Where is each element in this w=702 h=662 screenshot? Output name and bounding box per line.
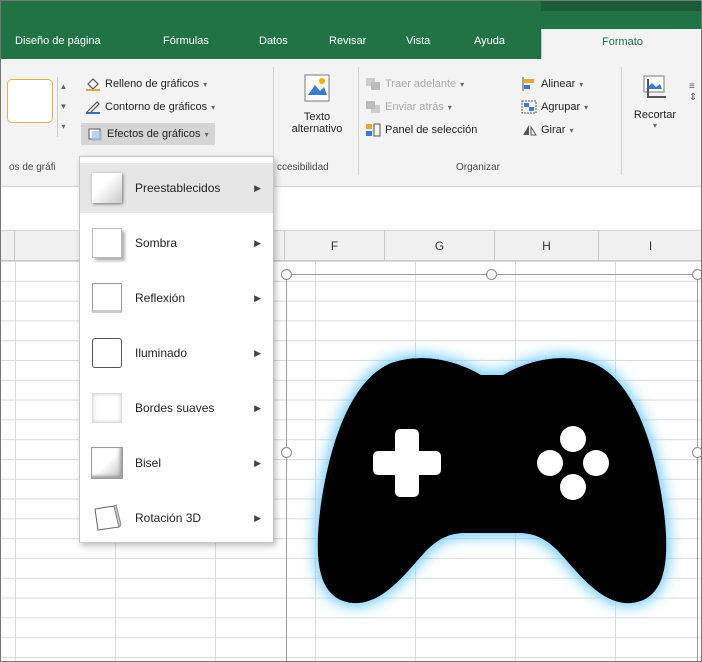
title-strip xyxy=(541,1,701,11)
paint-bucket-icon xyxy=(85,77,101,91)
rotate-icon xyxy=(521,123,537,137)
selection-pane-icon xyxy=(365,123,381,137)
group-label: Agrupar xyxy=(541,101,581,113)
menu-item-bevel[interactable]: Bisel ▶ xyxy=(80,438,273,488)
column-header-F[interactable]: F xyxy=(285,231,385,261)
menu-item-label: Rotación 3D xyxy=(135,511,202,525)
resize-handle-top-left[interactable] xyxy=(281,269,292,280)
resize-handle-top[interactable] xyxy=(486,269,497,280)
separator xyxy=(358,67,359,175)
submenu-arrow-icon: ▶ xyxy=(254,512,261,523)
tab-formulas[interactable]: Fórmulas xyxy=(163,35,209,47)
bring-forward-icon xyxy=(365,77,381,91)
column-header-H[interactable]: H xyxy=(495,231,599,261)
group-button[interactable]: Agrupar ▾ xyxy=(521,100,588,114)
column-header-I[interactable]: I xyxy=(599,231,701,261)
menu-item-soft-edges[interactable]: Bordes suaves ▶ xyxy=(80,383,273,433)
menu-item-label: Reflexión xyxy=(135,291,186,305)
group-label-accessibility: ccesibilidad xyxy=(277,162,329,173)
tab-data[interactable]: Datos xyxy=(259,35,288,47)
menu-item-label: Iluminado xyxy=(135,346,188,360)
shape-effects-menu: Preestablecidos ▶ Sombra ▶ Reflexión ▶ I… xyxy=(79,156,274,543)
tab-page-layout[interactable]: Diseño de página xyxy=(15,35,101,47)
shadow-thumbnail-icon xyxy=(92,228,122,258)
submenu-arrow-icon: ▶ xyxy=(254,402,261,413)
tab-format[interactable]: Formato xyxy=(541,29,701,59)
rotation-3d-thumbnail-icon xyxy=(92,503,122,533)
selection-pane-label: Panel de selección xyxy=(385,124,478,136)
menu-item-3d-rotation[interactable]: Rotación 3D ▶ xyxy=(80,493,273,543)
crop-button[interactable]: Recortar ▾ xyxy=(627,73,683,157)
shape-outline-label: Contorno de gráficos xyxy=(105,101,208,113)
selection-pane-button[interactable]: Panel de selección xyxy=(365,123,477,137)
column-header-edge xyxy=(1,231,15,261)
submenu-arrow-icon: ▶ xyxy=(254,237,261,248)
menu-item-presets[interactable]: Preestablecidos ▶ xyxy=(80,163,273,213)
align-button[interactable]: Alinear ▾ xyxy=(521,77,583,91)
menu-item-label: Preestablecidos xyxy=(135,181,221,195)
effects-icon xyxy=(87,127,103,141)
shape-outline-button[interactable]: Contorno de gráficos ▾ xyxy=(85,100,215,115)
tab-view[interactable]: Vista xyxy=(406,35,430,47)
shape-effects-label: Efectos de gráficos xyxy=(107,128,201,140)
resize-handle-top-right[interactable] xyxy=(692,269,701,280)
rotate-label: Girar xyxy=(541,124,566,136)
ribbon-tab-bar: Diseño de página Fórmulas Datos Revisar … xyxy=(1,1,701,59)
style-gallery-scroll[interactable]: ▲ ▼ ▾ xyxy=(57,77,69,137)
send-backward-button[interactable]: Enviar atrás ▾ xyxy=(365,100,452,114)
menu-item-label: Bordes suaves xyxy=(135,401,215,415)
menu-item-label: Sombra xyxy=(135,236,178,250)
submenu-arrow-icon: ▶ xyxy=(254,347,261,358)
pen-icon xyxy=(85,100,101,115)
group-label-organize: Organizar xyxy=(456,162,500,173)
shape-fill-button[interactable]: Relleno de gráficos ▾ xyxy=(85,77,207,91)
group-icon xyxy=(521,100,537,114)
send-backward-label: Enviar atrás xyxy=(385,101,444,113)
shape-style-preview[interactable] xyxy=(7,79,53,123)
column-header-G[interactable]: G xyxy=(385,231,495,261)
crop-label: Recortar xyxy=(633,109,677,121)
gamepad-icon[interactable] xyxy=(296,341,688,626)
submenu-arrow-icon: ▶ xyxy=(254,182,261,193)
menu-item-shadow[interactable]: Sombra ▶ xyxy=(80,218,273,268)
submenu-arrow-icon: ▶ xyxy=(254,292,261,303)
tab-help[interactable]: Ayuda xyxy=(474,35,505,47)
bring-forward-label: Traer adelante xyxy=(385,78,457,90)
crop-icon xyxy=(640,73,670,103)
group-label-styles: os de gráfi xyxy=(9,162,56,173)
tab-review[interactable]: Revisar xyxy=(329,35,366,47)
alt-text-button[interactable]: Texto alternativo xyxy=(281,73,353,157)
shape-effects-button[interactable]: Efectos de gráficos ▾ xyxy=(81,123,215,145)
resize-handle-right[interactable] xyxy=(692,447,701,458)
soft-edges-thumbnail-icon xyxy=(92,393,122,423)
excel-window: Diseño de página Fórmulas Datos Revisar … xyxy=(0,0,702,662)
resize-handle-left[interactable] xyxy=(281,447,292,458)
alt-text-label-1: Texto xyxy=(303,111,331,123)
alt-text-label-2: alternativo xyxy=(291,123,343,135)
menu-item-label: Bisel xyxy=(135,456,162,470)
align-label: Alinear xyxy=(541,78,576,90)
rotate-button[interactable]: Girar ▾ xyxy=(521,123,573,137)
preset-thumbnail-icon xyxy=(92,173,122,203)
reflection-thumbnail-icon xyxy=(92,283,122,313)
shape-fill-label: Relleno de gráficos xyxy=(105,78,200,90)
separator xyxy=(621,67,622,175)
bring-forward-button[interactable]: Traer adelante ▾ xyxy=(365,77,464,91)
alt-text-icon xyxy=(303,73,331,103)
align-icon xyxy=(521,77,537,91)
size-icon[interactable]: ≡ ⇕ xyxy=(689,81,701,121)
send-backward-icon xyxy=(365,100,381,114)
submenu-arrow-icon: ▶ xyxy=(254,457,261,468)
menu-item-reflection[interactable]: Reflexión ▶ xyxy=(80,273,273,323)
menu-item-glow[interactable]: Iluminado ▶ xyxy=(80,328,273,378)
glow-thumbnail-icon xyxy=(92,338,122,368)
bevel-thumbnail-icon xyxy=(91,447,123,479)
